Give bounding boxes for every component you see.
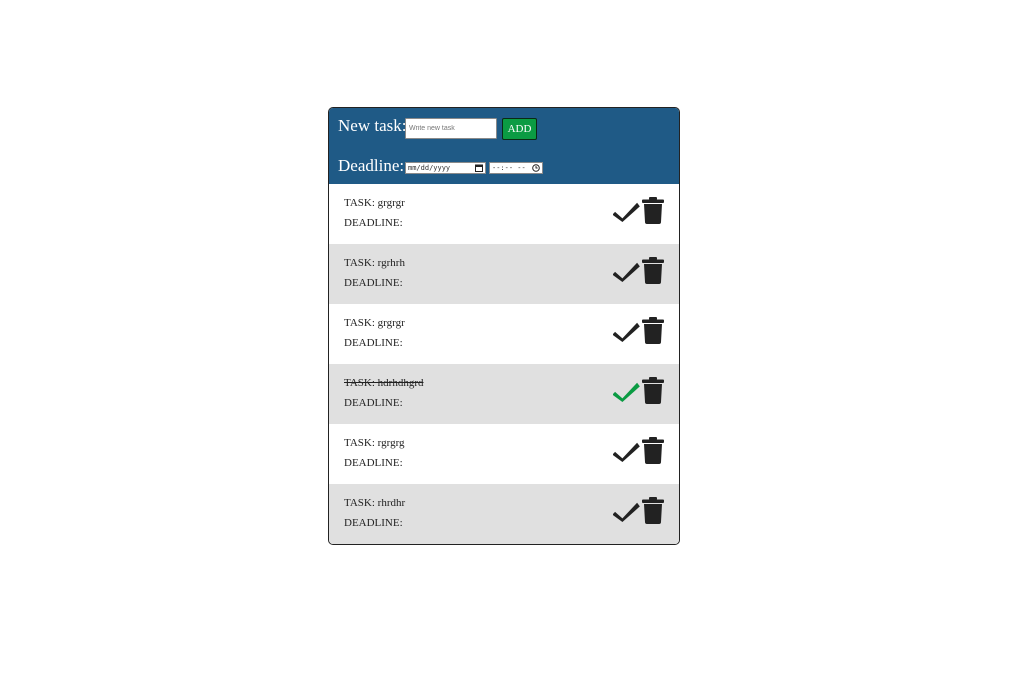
check-icon[interactable] (612, 200, 641, 222)
check-icon[interactable] (612, 500, 641, 522)
task-deadline: DEADLINE: (344, 277, 403, 289)
task-name: TASK: grgrgr (344, 197, 405, 209)
time-placeholder: --:-- -- (492, 164, 526, 172)
deadline-time-input[interactable]: --:-- -- (489, 162, 543, 174)
task-name: TASK: hdrhdhgrd (344, 377, 424, 389)
task-deadline: DEADLINE: (344, 517, 403, 529)
task-deadline: DEADLINE: (344, 217, 403, 229)
check-icon[interactable] (612, 440, 641, 462)
task-row: TASK: rgrgrg DEADLINE: (329, 424, 679, 484)
task-row: TASK: rgrhrh DEADLINE: (329, 244, 679, 304)
todo-app: New task: ADD Deadline: mm/dd/yyyy --:--… (328, 107, 680, 545)
task-row: TASK: rhrdhr DEADLINE: (329, 484, 679, 544)
check-icon[interactable] (612, 380, 641, 402)
add-button[interactable]: ADD (502, 118, 537, 140)
date-placeholder: mm/dd/yyyy (408, 164, 451, 172)
task-row: TASK: grgrgr DEADLINE: (329, 304, 679, 364)
deadline-date-input[interactable]: mm/dd/yyyy (405, 162, 486, 174)
trash-icon[interactable] (642, 197, 664, 224)
task-deadline: DEADLINE: (344, 457, 403, 469)
check-icon[interactable] (612, 260, 641, 282)
task-name: TASK: grgrgr (344, 317, 405, 329)
trash-icon[interactable] (642, 257, 664, 284)
task-row: TASK: grgrgr DEADLINE: (329, 184, 679, 244)
task-row: TASK: hdrhdhgrd DEADLINE: (329, 364, 679, 424)
trash-icon[interactable] (642, 377, 664, 404)
task-deadline: DEADLINE: (344, 397, 403, 409)
task-deadline: DEADLINE: (344, 337, 403, 349)
task-name: TASK: rgrhrh (344, 257, 405, 269)
task-header: New task: ADD Deadline: mm/dd/yyyy --:--… (329, 108, 679, 184)
task-list: TASK: grgrgr DEADLINE: TASK: rgrhrh DEADLIN… (329, 184, 679, 544)
deadline-label: Deadline: (338, 156, 405, 175)
task-name: TASK: rhrdhr (344, 497, 406, 509)
trash-icon[interactable] (642, 437, 664, 464)
new-task-label: New task: (338, 116, 407, 135)
trash-icon[interactable] (642, 317, 664, 344)
clock-icon[interactable] (532, 164, 540, 172)
trash-icon[interactable] (642, 497, 664, 524)
check-icon[interactable] (612, 320, 641, 342)
calendar-icon[interactable] (475, 164, 483, 172)
new-task-input[interactable] (405, 118, 497, 139)
task-name: TASK: rgrgrg (344, 437, 405, 449)
